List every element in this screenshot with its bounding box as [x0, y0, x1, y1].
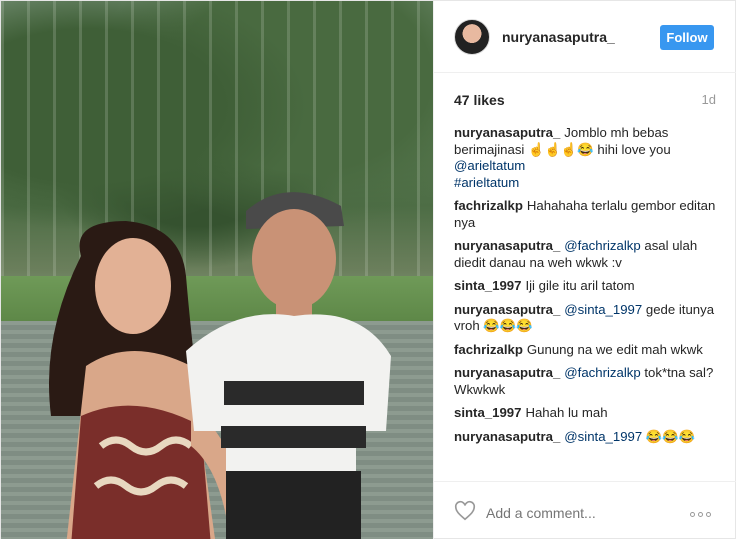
comment-item: nuryanasaputra_ @fachrizalkp tok*tna sal?…: [454, 365, 716, 398]
comment-item: nuryanasaputra_ Jomblo mh bebas berimajin…: [454, 125, 716, 191]
comment-item: fachrizalkp Hahahaha terlalu gembor edita…: [454, 198, 716, 231]
post-footer: [434, 481, 736, 539]
comment-item: fachrizalkp Gunung na we edit mah wkwk: [454, 342, 716, 359]
post-side-panel: nuryanasaputra_ Follow 47 likes 1d nurya…: [433, 1, 736, 539]
comment-text: Gunung na we edit mah wkwk: [526, 341, 703, 357]
comment-hashtag[interactable]: #arieltatum: [454, 175, 519, 190]
comment-user[interactable]: nuryanasaputra_: [454, 429, 560, 444]
post-photo[interactable]: [1, 1, 433, 539]
comment-text: Hahah lu mah: [525, 405, 608, 420]
post-username[interactable]: nuryanasaputra_: [502, 29, 615, 45]
comment-user[interactable]: sinta_1997: [454, 278, 521, 293]
comment-item: nuryanasaputra_ @sinta_1997 😂😂😂: [454, 429, 716, 446]
comment-user[interactable]: fachrizalkp: [454, 342, 523, 357]
comment-item: sinta_1997 Iji gile itu aril tatom: [454, 278, 716, 295]
likes-count[interactable]: 47 likes: [454, 92, 505, 108]
follow-button[interactable]: Follow: [660, 25, 714, 50]
comment-mention[interactable]: @arieltatum: [454, 158, 525, 173]
more-options-icon[interactable]: [690, 504, 716, 517]
comment-mention[interactable]: @sinta_1997: [564, 302, 642, 317]
post-header: nuryanasaputra_ Follow: [434, 1, 736, 73]
comment-user[interactable]: sinta_1997: [454, 405, 521, 420]
post-time[interactable]: 1d: [702, 92, 716, 107]
comment-mention[interactable]: @fachrizalkp: [564, 365, 640, 380]
comment-user[interactable]: nuryanasaputra_: [454, 125, 560, 140]
comment-item: sinta_1997 Hahah lu mah: [454, 405, 716, 422]
comment-mention[interactable]: @fachrizalkp: [564, 238, 640, 253]
avatar[interactable]: [454, 19, 490, 55]
comment-user[interactable]: nuryanasaputra_: [454, 365, 560, 380]
comment-text: 😂😂😂: [642, 428, 696, 444]
comments-list: nuryanasaputra_ Jomblo mh bebas berimajin…: [454, 125, 716, 452]
add-comment-input[interactable]: [486, 504, 676, 522]
comment-text: Iji gile itu aril tatom: [525, 278, 635, 293]
instagram-post: nuryanasaputra_ Follow 47 likes 1d nurya…: [0, 0, 736, 539]
heart-icon[interactable]: [454, 500, 476, 522]
comment-item: nuryanasaputra_ @sinta_1997 gede itunya v…: [454, 302, 716, 335]
man-figure: [186, 192, 391, 539]
comment-user[interactable]: nuryanasaputra_: [454, 238, 560, 253]
likes-row: 47 likes 1d: [454, 92, 716, 110]
comment-mention[interactable]: @sinta_1997: [564, 429, 642, 444]
comment-item: nuryanasaputra_ @fachrizalkp asal ulah di…: [454, 238, 716, 271]
comment-user[interactable]: nuryanasaputra_: [454, 302, 560, 317]
comment-user[interactable]: fachrizalkp: [454, 198, 523, 213]
